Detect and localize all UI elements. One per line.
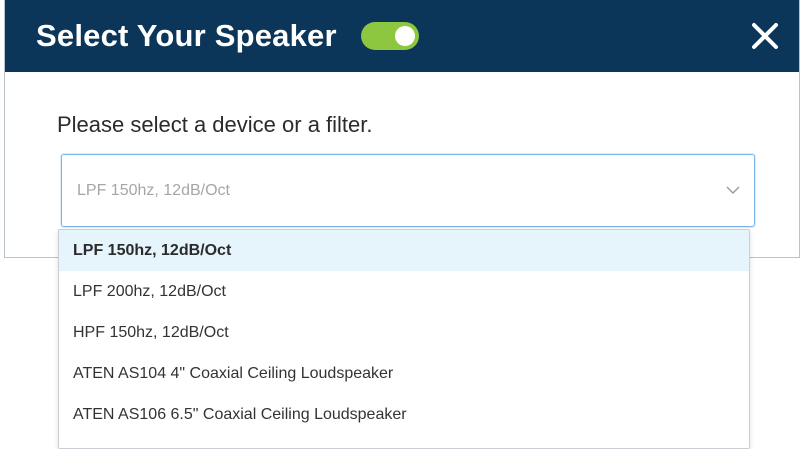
dialog-prompt: Please select a device or a filter. (57, 112, 373, 137)
toggle-knob (394, 26, 415, 46)
select-value: LPF 150hz, 12dB/Oct (77, 182, 230, 199)
dropdown-option[interactable]: ATEN AS104 4" Coaxial Ceiling Loudspeake… (59, 353, 749, 394)
dropdown-option[interactable]: LPF 200hz, 12dB/Oct (59, 271, 749, 312)
speaker-toggle[interactable] (360, 22, 419, 50)
close-button[interactable] (749, 20, 781, 52)
dropdown-option[interactable]: HPF 150hz, 12dB/Oct (59, 312, 749, 353)
dropdown-list: LPF 150hz, 12dB/Oct LPF 200hz, 12dB/Oct … (58, 229, 750, 449)
dialog-title: Select Your Speaker (36, 18, 337, 53)
dropdown-option[interactable]: LPF 150hz, 12dB/Oct (59, 230, 749, 271)
dropdown-option[interactable]: ATEN AS106 6.5" Coaxial Ceiling Loudspea… (59, 394, 749, 435)
speaker-dialog: Select Your Speaker Please select a devi… (4, 0, 800, 258)
dialog-header: Select Your Speaker (5, 0, 799, 72)
chevron-down-icon (726, 186, 740, 194)
close-icon (752, 23, 778, 49)
speaker-select[interactable]: LPF 150hz, 12dB/Oct (61, 154, 755, 227)
